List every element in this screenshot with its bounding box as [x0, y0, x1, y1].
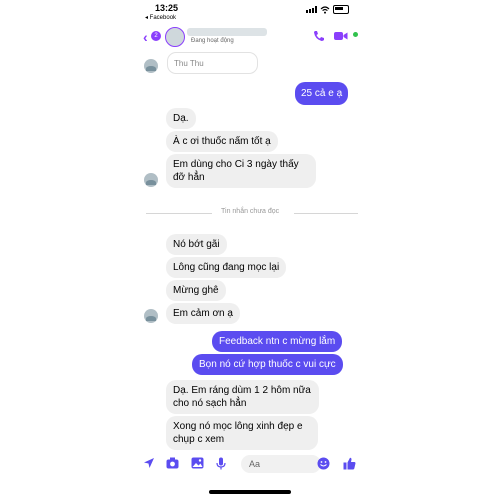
message-incoming[interactable]: À c ơi thuốc nấm tốt ạ [166, 131, 278, 152]
home-indicator [209, 490, 291, 494]
message-incoming[interactable]: Xong nó mọc lông xinh đẹp e chụp c xem [166, 416, 318, 450]
microphone-icon[interactable] [216, 457, 226, 470]
message-outgoing[interactable]: 25 cả e ạ [295, 82, 349, 105]
back-chevron-icon[interactable]: ‹ [143, 29, 148, 45]
video-call-icon[interactable] [334, 31, 348, 41]
wifi-icon [320, 5, 330, 14]
location-arrow-icon[interactable] [143, 457, 155, 469]
sender-avatar[interactable] [144, 173, 158, 187]
message-outgoing[interactable]: Bọn nó cứ hợp thuốc c vui cực [192, 354, 343, 375]
image-gallery-icon[interactable] [191, 457, 204, 469]
thumbs-up-icon[interactable] [343, 457, 356, 470]
quoted-reply[interactable]: Thu Thu [167, 52, 258, 74]
chat-header: ‹ 2 Đang hoạt động [139, 24, 361, 50]
messenger-screen: 13:25 ◂ Facebook ‹ 2 Đang hoạt động Thu … [139, 0, 361, 498]
message-incoming[interactable]: Em cảm ơn ạ [166, 303, 240, 324]
message-incoming[interactable]: Mừng ghê [166, 280, 226, 301]
message-input[interactable]: Aa [241, 455, 321, 473]
unread-divider-label: Tin nhắn chưa đọc [221, 208, 280, 215]
message-incoming[interactable]: Nó bớt gãi [166, 234, 227, 255]
message-incoming[interactable]: Em dùng cho Ci 3 ngày thấy đỡ hẳn [166, 154, 316, 188]
unread-count-badge: 2 [151, 31, 161, 41]
message-composer: Aa [139, 452, 361, 476]
contact-avatar[interactable] [165, 27, 185, 47]
battery-icon [333, 5, 349, 14]
contact-status: Đang hoạt động [191, 38, 234, 44]
signal-icon [306, 6, 317, 13]
active-status-dot [353, 32, 358, 37]
message-incoming[interactable]: Lông cũng đang mọc lại [166, 257, 287, 278]
emoji-icon[interactable] [317, 457, 330, 470]
contact-name-redacted[interactable] [187, 28, 267, 36]
message-incoming[interactable]: Dạ. [166, 108, 196, 129]
message-outgoing[interactable]: Feedback ntn c mừng lắm [212, 331, 343, 352]
camera-icon[interactable] [166, 457, 179, 469]
message-incoming[interactable]: Dạ. Em ráng dùm 1 2 hôm nữa cho nó sạch … [166, 380, 319, 414]
phone-call-icon[interactable] [313, 30, 325, 42]
status-icons [306, 5, 349, 14]
sender-avatar[interactable] [144, 59, 158, 73]
status-time: 13:25 [155, 3, 179, 13]
sender-avatar[interactable] [144, 309, 158, 323]
status-bar: 13:25 ◂ Facebook [139, 0, 361, 22]
back-to-facebook-link[interactable]: ◂ Facebook [145, 14, 176, 21]
unread-divider: Tin nhắn chưa đọc [146, 208, 358, 218]
